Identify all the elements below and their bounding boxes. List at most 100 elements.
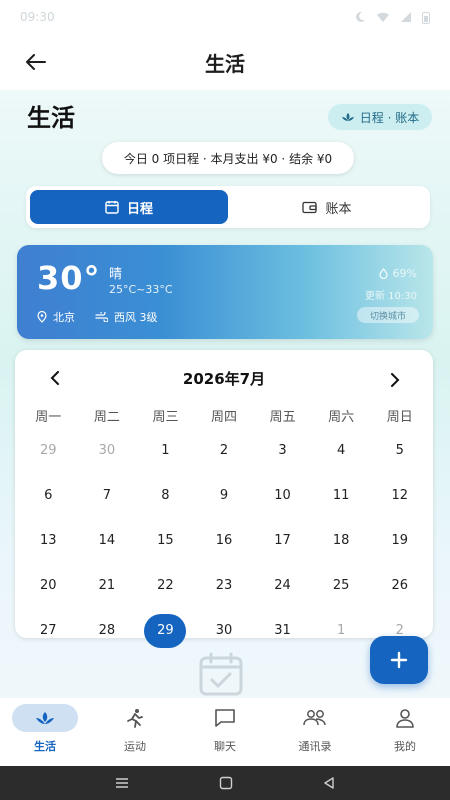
calendar-day-number: 17 — [274, 533, 291, 548]
calendar-day-number: 10 — [274, 488, 291, 503]
wind-icon — [95, 312, 108, 322]
menu-icon[interactable] — [115, 777, 129, 789]
calendar-day-number: 7 — [102, 488, 111, 503]
calendar-day-number: 16 — [215, 533, 233, 548]
calendar-day[interactable]: 2 — [195, 428, 254, 473]
calendar-day[interactable]: 28 — [78, 608, 137, 653]
calendar-day[interactable]: 6 — [19, 473, 78, 518]
calendar-day[interactable]: 23 — [195, 563, 254, 608]
back-triangle-icon[interactable] — [323, 776, 335, 790]
calendar-day[interactable]: 3 — [253, 428, 312, 473]
calendar-day[interactable]: 22 — [136, 563, 195, 608]
nav-item-contacts[interactable]: 通讯录 — [270, 704, 360, 754]
status-icons — [354, 11, 430, 24]
calendar-day[interactable]: 5 — [370, 428, 429, 473]
calendar-day[interactable]: 4 — [312, 428, 371, 473]
battery-icon — [422, 11, 430, 24]
calendar-day[interactable]: 18 — [312, 518, 371, 563]
calendar-day[interactable]: 17 — [253, 518, 312, 563]
calendar-day-number: 29 — [144, 613, 187, 648]
calendar-day[interactable]: 15 — [136, 518, 195, 563]
calendar-day[interactable]: 19 — [370, 518, 429, 563]
calendar-day[interactable]: 30 — [195, 608, 254, 653]
weekday-label: 周一 — [35, 410, 62, 425]
leaf-icon — [341, 113, 354, 121]
calendar-day-number: 12 — [391, 488, 408, 503]
nav-pill-me — [372, 704, 438, 732]
calendar-day[interactable]: 11 — [312, 473, 371, 518]
calendar-day[interactable]: 7 — [78, 473, 137, 518]
calendar-day[interactable]: 8 — [136, 473, 195, 518]
add-button[interactable] — [370, 636, 428, 684]
calendar-day[interactable]: 24 — [253, 563, 312, 608]
weekday-label: 周三 — [152, 410, 179, 425]
weather-wind-label: 西风 3级 — [114, 311, 158, 324]
calendar-day[interactable]: 9 — [195, 473, 254, 518]
calendar-day-number: 29 — [40, 443, 57, 458]
calendar-day[interactable]: 25 — [312, 563, 371, 608]
signal-icon — [401, 12, 411, 22]
calendar-day[interactable]: 13 — [19, 518, 78, 563]
calendar-icon — [105, 201, 119, 214]
nav-item-chat[interactable]: 聊天 — [180, 704, 270, 754]
calendar-header: 2026年7月 — [15, 366, 433, 392]
nav-item-life[interactable]: 生活 — [0, 704, 90, 754]
calendar-day-number: 9 — [219, 488, 229, 503]
home-square-icon[interactable] — [219, 776, 233, 790]
system-navigation-bar — [0, 766, 450, 800]
arrow-left-icon — [26, 54, 46, 70]
calendar-day-number: 24 — [274, 578, 291, 593]
nav-label: 通讯录 — [298, 740, 332, 753]
calendar-day-number: 27 — [40, 623, 57, 638]
calendar-day[interactable]: 27 — [19, 608, 78, 653]
calendar-day[interactable]: 21 — [78, 563, 137, 608]
calendar-day-selected[interactable]: 29 — [136, 608, 195, 653]
weekday-label: 周四 — [211, 410, 238, 425]
calendar-check-icon — [199, 652, 243, 696]
wifi-icon — [377, 12, 389, 22]
calendar-day[interactable]: 10 — [253, 473, 312, 518]
nav-pill-sports — [102, 704, 168, 732]
daily-summary: 今日 0 项日程 · 本月支出 ¥0 · 结余 ¥0 — [102, 142, 354, 174]
weather-humidity: 69% — [378, 267, 417, 280]
calendar-day-number: 14 — [98, 533, 116, 548]
weather-temperature: 30° — [37, 259, 101, 297]
calendar-day[interactable]: 1 — [312, 608, 371, 653]
calendar-day[interactable]: 30 — [78, 428, 137, 473]
tab-ledger[interactable]: 账本 — [228, 190, 426, 224]
calendar-day[interactable]: 31 — [253, 608, 312, 653]
calendar-day-number: 13 — [40, 533, 57, 548]
weather-range: 25°C~33°C — [109, 283, 173, 296]
calendar-day[interactable]: 12 — [370, 473, 429, 518]
contacts-icon — [303, 710, 326, 726]
back-button[interactable] — [18, 44, 54, 80]
weather-card[interactable]: 30° 晴 25°C~33°C 北京 西风 3级 69% 更新 10:30 切换… — [17, 245, 433, 339]
calendar-day-number: 20 — [40, 578, 57, 593]
nav-item-sports[interactable]: 运动 — [90, 704, 180, 754]
page-title: 生活 — [27, 104, 75, 132]
status-time: 09:30 — [20, 10, 55, 24]
calendar-day-number: 19 — [391, 533, 408, 548]
weather-humidity-label: 69% — [392, 267, 417, 280]
calendar-day[interactable]: 20 — [19, 563, 78, 608]
calendar-day[interactable]: 29 — [19, 428, 78, 473]
calendar-day-number: 3 — [278, 443, 287, 458]
app-bar: 生活 — [0, 34, 450, 90]
nav-pill-contacts — [282, 704, 348, 732]
next-month-button[interactable] — [383, 368, 407, 392]
calendar-day[interactable]: 26 — [370, 563, 429, 608]
switch-city-button[interactable]: 切换城市 — [357, 307, 419, 323]
mode-chip[interactable]: 日程 · 账本 — [328, 104, 432, 130]
wallet-icon — [302, 201, 318, 213]
weather-location: 北京 — [37, 309, 75, 325]
calendar-day-number: 31 — [274, 623, 291, 638]
tab-schedule[interactable]: 日程 — [30, 190, 228, 224]
nav-item-me[interactable]: 我的 — [360, 704, 450, 754]
weather-location-label: 北京 — [53, 311, 75, 324]
calendar-day-number: 28 — [98, 623, 116, 638]
calendar-day[interactable]: 16 — [195, 518, 254, 563]
calendar-day[interactable]: 14 — [78, 518, 137, 563]
calendar-day-number: 21 — [98, 578, 116, 593]
tab-ledger-label: 账本 — [325, 201, 352, 217]
calendar-day[interactable]: 1 — [136, 428, 195, 473]
